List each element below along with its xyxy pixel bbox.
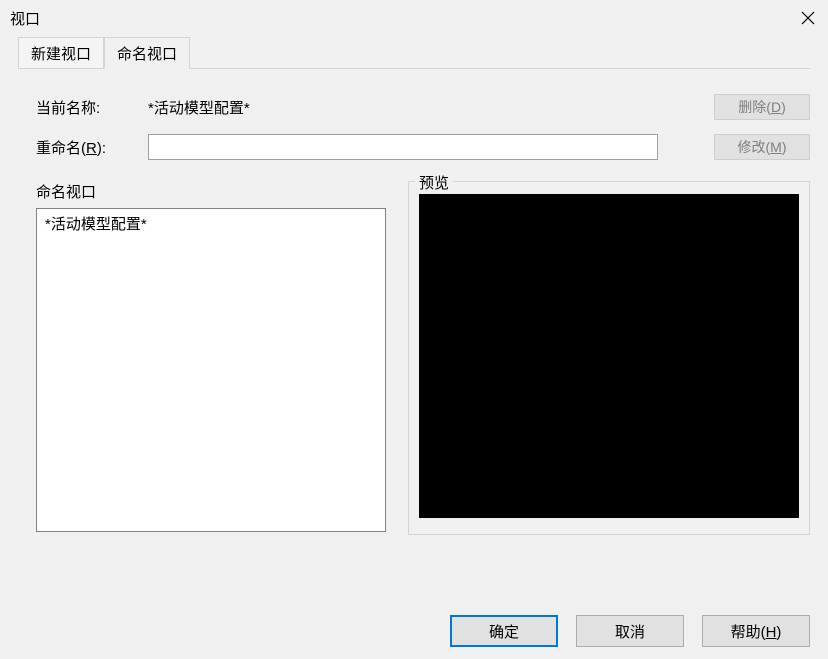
titlebar: 视口 — [0, 0, 828, 36]
close-button[interactable] — [788, 0, 828, 36]
preview-frame: 预览 — [408, 181, 810, 535]
tab-new-viewport[interactable]: 新建视口 — [18, 37, 104, 69]
named-column: 命名视口 *活动模型配置* — [36, 181, 386, 535]
columns: 命名视口 *活动模型配置* 预览 — [36, 181, 810, 535]
preview-column: 预览 — [408, 181, 810, 535]
current-name-row: 当前名称: *活动模型配置* 删除(D) — [36, 93, 810, 121]
content-area: 当前名称: *活动模型配置* 删除(D) 重命名(R): 修改(M) 命名视口 … — [0, 69, 828, 535]
current-name-value: *活动模型配置* — [148, 97, 250, 118]
close-icon — [801, 11, 815, 25]
cancel-button[interactable]: 取消 — [576, 615, 684, 647]
window-title: 视口 — [10, 8, 40, 29]
modify-button[interactable]: 修改(M) — [714, 134, 810, 160]
list-item[interactable]: *活动模型配置* — [45, 213, 377, 234]
rename-label: 重命名(R): — [36, 137, 148, 158]
preview-canvas — [419, 194, 799, 518]
delete-button[interactable]: 删除(D) — [714, 94, 810, 120]
footer: 确定 取消 帮助(H) — [450, 615, 810, 647]
rename-input[interactable] — [148, 134, 658, 160]
tabs-row: 新建视口 命名视口 — [18, 36, 810, 69]
tabs-container: 新建视口 命名视口 — [0, 36, 828, 69]
named-listbox[interactable]: *活动模型配置* — [36, 208, 386, 532]
tab-named-viewport[interactable]: 命名视口 — [104, 37, 190, 69]
preview-section-label: 预览 — [415, 172, 453, 193]
named-section-label: 命名视口 — [36, 181, 386, 202]
rename-row: 重命名(R): 修改(M) — [36, 133, 810, 161]
help-button[interactable]: 帮助(H) — [702, 615, 810, 647]
ok-button[interactable]: 确定 — [450, 615, 558, 647]
current-name-label: 当前名称: — [36, 97, 148, 118]
